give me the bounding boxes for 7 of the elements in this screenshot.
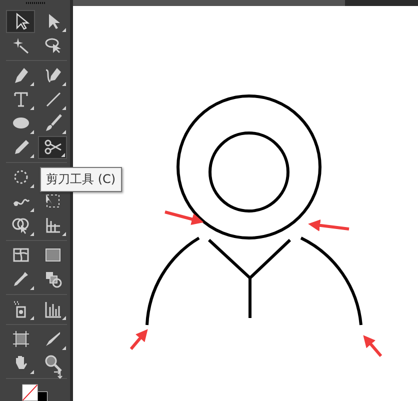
scissors-icon[interactable]: [38, 136, 67, 159]
tool-tooltip: 剪刀工具 (C): [40, 167, 122, 192]
pointer-arrow: [363, 335, 382, 357]
pointer-arrow: [308, 219, 350, 232]
swap-arrow-icon[interactable]: [53, 370, 63, 380]
pointer-arrow: [130, 329, 148, 350]
pointer-arrow: [164, 210, 204, 226]
